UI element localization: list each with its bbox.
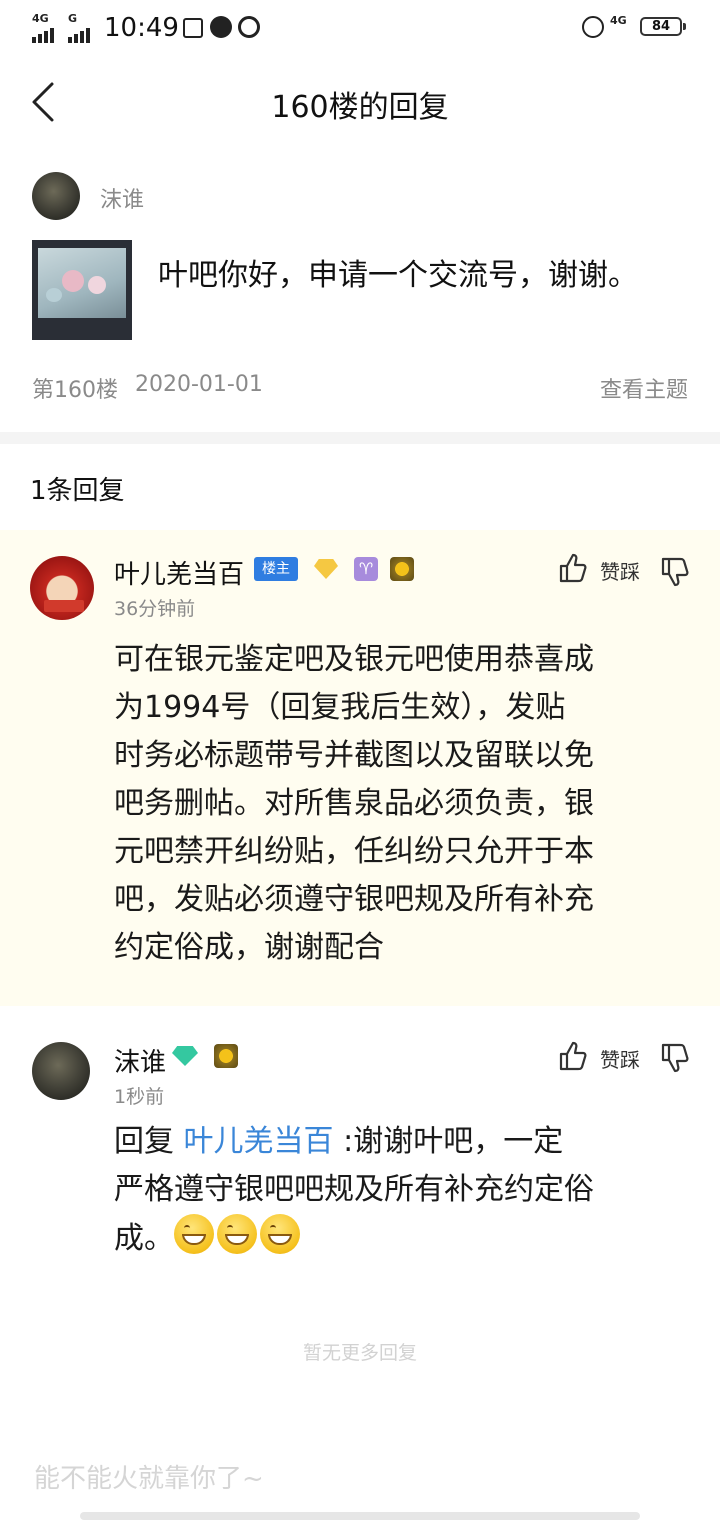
battery-indicator: 84 [640, 17, 686, 36]
signal-icon-1 [32, 24, 56, 43]
reply-body-line: 成。 [114, 1214, 704, 1263]
notification-icon [183, 18, 203, 38]
thumbnail-detail [88, 276, 106, 294]
reply-to-user-link[interactable]: 叶儿羌当百 [184, 1124, 334, 1159]
reply-body: 可在银元鉴定吧及银元吧使用恭喜成 为1994号（回复我后生效），发贴 时务必标题… [114, 636, 694, 972]
reply-body-line: 吧，发贴必须遵守银吧规及所有补充 [114, 882, 594, 917]
reply-author-avatar[interactable] [30, 556, 94, 620]
status-bar: 4G G 10:49 4G 84 [0, 0, 720, 56]
reply-body-line: 时务必标题带号并截图以及留联以免 [114, 738, 594, 773]
avatar-banner [44, 600, 84, 612]
reply-body-line: 可在银元鉴定吧及银元吧使用恭喜成 [114, 642, 594, 677]
alarm-icon [582, 16, 604, 38]
browser-icon [210, 16, 232, 38]
reply-author-name[interactable]: 沫谁 [114, 1042, 166, 1079]
post-author-avatar[interactable] [32, 172, 80, 220]
reply-body-line: 回复 叶儿羌当百 :谢谢叶吧，一定 [114, 1118, 704, 1166]
diamond-icon [172, 1046, 198, 1066]
thumbs-up-icon[interactable] [558, 552, 588, 584]
reply-item-2: 沫谁 1秒前 赞踩 回复 叶儿羌当百 :谢谢叶吧，一定 严格遵守银吧吧规及所有补… [0, 1026, 720, 1286]
reply-input[interactable]: 能不能火就靠你了~ [34, 1458, 264, 1495]
reply-count: 1条回复 [30, 476, 125, 506]
reply-time: 1秒前 [114, 1086, 165, 1108]
reply-body-line: 约定俗成，谢谢配合 [114, 930, 384, 965]
owner-badge: 楼主 [254, 557, 298, 581]
thumbnail-detail [46, 288, 62, 302]
signal-icon-2 [68, 24, 92, 43]
no-more-replies-label: 暂无更多回复 [302, 1342, 417, 1364]
reply-body-line: 严格遵守银吧吧规及所有补充约定俗 [114, 1172, 594, 1207]
thumbnail-detail [62, 270, 84, 292]
reply-author-name[interactable]: 叶儿羌当百 [114, 554, 244, 591]
like-dislike-label: 赞踩 [600, 1048, 640, 1072]
thumbs-down-icon[interactable] [660, 556, 690, 588]
reply-item-1: 叶儿羌当百 楼主 ♈ 36分钟前 赞踩 可在银元鉴定吧及银元吧使用恭喜成 为19… [0, 530, 720, 1006]
post-date: 2020-01-01 [135, 372, 263, 397]
thumbs-up-icon[interactable] [558, 1040, 588, 1072]
reply-prefix: 回复 [114, 1124, 174, 1159]
post-author-name[interactable]: 沫谁 [100, 182, 144, 214]
reply-author-avatar[interactable] [32, 1042, 90, 1100]
section-divider [0, 432, 720, 444]
grin-emoji-icon [174, 1214, 214, 1254]
battery-level: 84 [651, 19, 671, 34]
network-type-3: 4G [610, 14, 627, 27]
thumbs-down-icon[interactable] [660, 1042, 690, 1074]
post-image-thumbnail[interactable] [32, 240, 132, 340]
post-floor: 第160楼 [32, 378, 118, 403]
sun-level-icon [214, 1044, 238, 1068]
diamond-icon [314, 559, 338, 579]
reply-body-line: 元吧禁开纠纷贴，任纠纷只允开于本 [114, 834, 594, 869]
grin-emoji-icon [217, 1214, 257, 1254]
aries-icon: ♈ [354, 557, 378, 581]
reply-body: 回复 叶儿羌当百 :谢谢叶吧，一定 严格遵守银吧吧规及所有补充约定俗 成。 [114, 1118, 704, 1263]
home-indicator [80, 1512, 640, 1520]
page-title: 160楼的回复 [271, 90, 449, 125]
reply-body-line: 为1994号（回复我后生效），发贴 [114, 690, 566, 725]
reply-time: 36分钟前 [114, 598, 196, 620]
view-topic-link[interactable]: 查看主题 [600, 372, 688, 404]
reply-body-line: 吧务删帖。对所售泉品必须负责，银 [114, 786, 594, 821]
post-text: 叶吧你好，申请一个交流号，谢谢。 [158, 258, 638, 293]
reply-text-end: 成。 [114, 1221, 174, 1256]
reply-text-start: :谢谢叶吧，一定 [343, 1124, 564, 1159]
clock: 10:49 [104, 13, 179, 43]
app-q-icon [238, 16, 260, 38]
grin-emoji-icon [260, 1214, 300, 1254]
like-dislike-label: 赞踩 [600, 560, 640, 584]
sun-level-icon [390, 557, 414, 581]
